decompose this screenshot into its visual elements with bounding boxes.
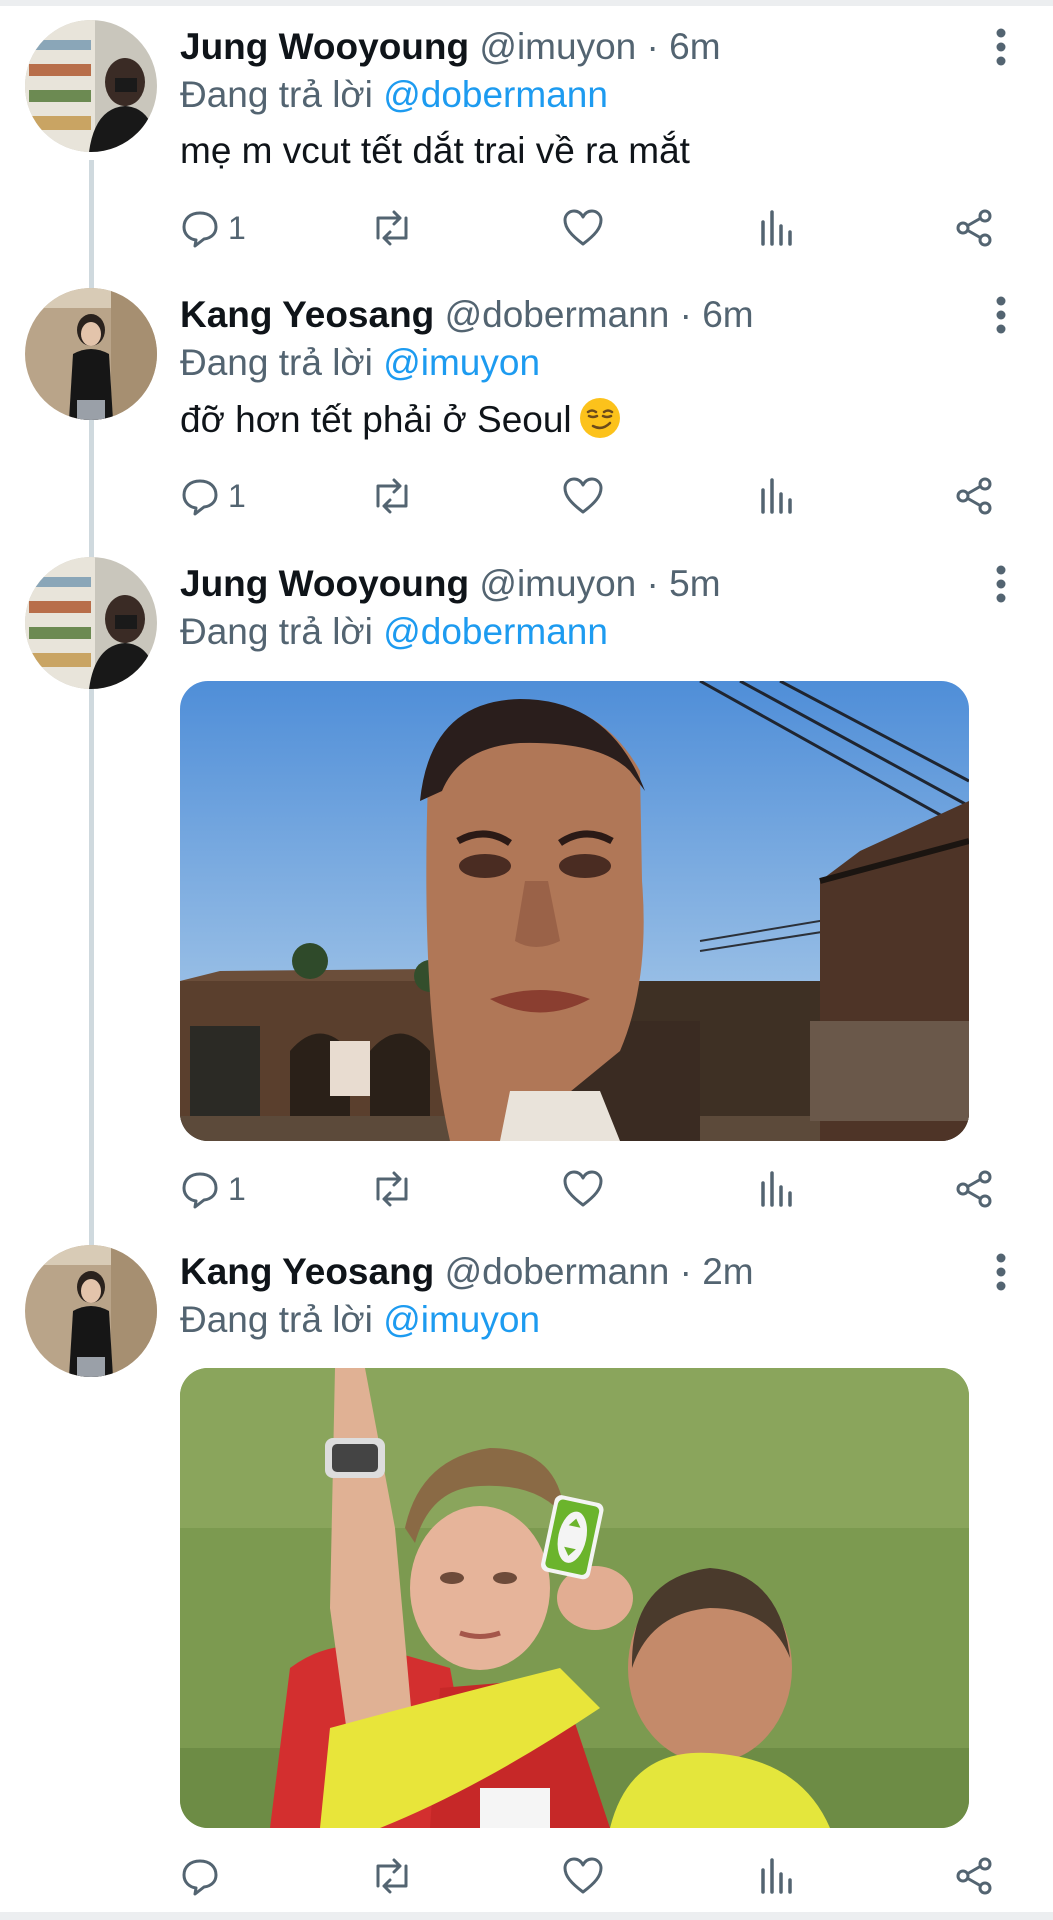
retweet-icon xyxy=(376,478,408,514)
more-options-icon[interactable] xyxy=(986,24,1016,70)
reply-icon xyxy=(182,1859,218,1896)
replying-to-label: Đang trả lời xyxy=(180,1299,373,1340)
share-button[interactable] xyxy=(954,1164,994,1214)
share-icon xyxy=(956,209,992,247)
separator: · xyxy=(679,294,692,335)
mention-link[interactable]: @dobermann xyxy=(383,74,608,115)
share-icon xyxy=(956,477,992,515)
reply-count: 1 xyxy=(228,1170,246,1207)
action-bar: 1 xyxy=(180,203,1000,253)
retweet-button[interactable] xyxy=(370,1164,414,1214)
separator: · xyxy=(646,26,659,67)
retweet-icon xyxy=(376,1858,408,1894)
action-bar xyxy=(180,1851,1000,1901)
share-button[interactable] xyxy=(954,471,994,521)
more-options-icon[interactable] xyxy=(986,292,1016,338)
action-bar: 1 xyxy=(180,471,1000,521)
share-icon xyxy=(956,1170,992,1208)
timestamp[interactable]: 2m xyxy=(702,1251,753,1292)
user-handle[interactable]: @imuyon xyxy=(479,26,636,67)
retweet-icon xyxy=(376,210,408,246)
like-button[interactable] xyxy=(562,203,604,253)
tweet-header: Kang Yeosang @dobermann · 2m xyxy=(180,1249,754,1295)
reply-button[interactable]: 1 xyxy=(180,203,246,253)
views-button[interactable] xyxy=(758,203,794,253)
action-bar: 1 xyxy=(180,1164,1000,1214)
tweet-text: mẹ m vcut tết dắt trai về ra mắt xyxy=(180,130,690,171)
reply-button[interactable]: 1 xyxy=(180,1164,246,1214)
like-button[interactable] xyxy=(562,471,604,521)
replying-to: Đang trả lời @imuyon xyxy=(180,1297,540,1343)
reply-button[interactable] xyxy=(180,1851,228,1901)
share-button[interactable] xyxy=(954,1851,994,1901)
tweet-header: Jung Wooyoung @imuyon · 6m xyxy=(180,24,721,70)
share-button[interactable] xyxy=(954,203,994,253)
separator: · xyxy=(646,563,659,604)
mr-bean-game-face-image[interactable] xyxy=(180,681,969,1141)
tweet-text: đỡ hơn tết phải ở Seoul xyxy=(180,399,572,440)
retweet-button[interactable] xyxy=(370,1851,414,1901)
reply-icon xyxy=(182,479,218,516)
retweet-button[interactable] xyxy=(370,471,414,521)
avatar[interactable] xyxy=(25,1245,157,1377)
smirking-face-icon xyxy=(579,398,620,438)
heart-icon xyxy=(563,1170,603,1207)
heart-icon xyxy=(563,477,603,514)
reply-count: 1 xyxy=(228,209,246,246)
analytics-icon xyxy=(761,210,792,246)
display-name[interactable]: Kang Yeosang xyxy=(180,1251,434,1292)
share-icon xyxy=(956,1857,992,1895)
tweet-3[interactable]: Jung Wooyoung @imuyon · 5m Đang trả lời … xyxy=(0,557,1053,1209)
analytics-icon xyxy=(761,1858,792,1894)
replying-to-label: Đang trả lời xyxy=(180,74,373,115)
separator: · xyxy=(679,1251,692,1292)
replying-to-label: Đang trả lời xyxy=(180,342,373,383)
replying-to: Đang trả lời @dobermann xyxy=(180,609,608,655)
timestamp[interactable]: 6m xyxy=(702,294,753,335)
tweet-2[interactable]: Kang Yeosang @dobermann · 6m Đang trả lờ… xyxy=(0,288,1053,528)
analytics-icon xyxy=(761,478,792,514)
replying-to: Đang trả lời @dobermann xyxy=(180,72,608,118)
avatar[interactable] xyxy=(25,288,157,420)
heart-icon xyxy=(563,1857,603,1894)
analytics-icon xyxy=(761,1171,792,1207)
user-handle[interactable]: @dobermann xyxy=(445,294,670,335)
tweet-1[interactable]: Jung Wooyoung @imuyon · 6m Đang trả lời … xyxy=(0,20,1053,260)
tweet-header: Kang Yeosang @dobermann · 6m xyxy=(180,292,754,338)
heart-icon xyxy=(563,209,603,246)
views-button[interactable] xyxy=(758,1851,794,1901)
more-options-icon[interactable] xyxy=(986,1249,1016,1295)
reply-count: 1 xyxy=(228,477,246,514)
more-options-icon[interactable] xyxy=(986,561,1016,607)
display-name[interactable]: Kang Yeosang xyxy=(180,294,434,335)
display-name[interactable]: Jung Wooyoung xyxy=(180,563,469,604)
replying-to-label: Đang trả lời xyxy=(180,611,373,652)
mention-link[interactable]: @imuyon xyxy=(383,1299,540,1340)
tweet-text-container: đỡ hơn tết phải ở Seoul xyxy=(180,396,622,443)
timestamp[interactable]: 5m xyxy=(669,563,720,604)
avatar[interactable] xyxy=(25,20,157,152)
user-handle[interactable]: @dobermann xyxy=(445,1251,670,1292)
bottom-divider xyxy=(0,1912,1053,1920)
like-button[interactable] xyxy=(562,1164,604,1214)
views-button[interactable] xyxy=(758,471,794,521)
views-button[interactable] xyxy=(758,1164,794,1214)
top-divider xyxy=(0,0,1053,6)
timestamp[interactable]: 6m xyxy=(669,26,720,67)
retweet-icon xyxy=(376,1171,408,1207)
mention-link[interactable]: @imuyon xyxy=(383,342,540,383)
reply-icon xyxy=(182,1172,218,1209)
user-handle[interactable]: @imuyon xyxy=(479,563,636,604)
reply-button[interactable]: 1 xyxy=(180,471,246,521)
avatar[interactable] xyxy=(25,557,157,689)
retweet-button[interactable] xyxy=(370,203,414,253)
tweet-4[interactable]: Kang Yeosang @dobermann · 2m Đang trả lờ… xyxy=(0,1245,1053,1896)
tweet-header: Jung Wooyoung @imuyon · 5m xyxy=(180,561,721,607)
mention-link[interactable]: @dobermann xyxy=(383,611,608,652)
replying-to: Đang trả lời @imuyon xyxy=(180,340,540,386)
display-name[interactable]: Jung Wooyoung xyxy=(180,26,469,67)
reply-icon xyxy=(182,211,218,248)
like-button[interactable] xyxy=(562,1851,604,1901)
referee-uno-reverse-card-image[interactable] xyxy=(180,1368,969,1828)
